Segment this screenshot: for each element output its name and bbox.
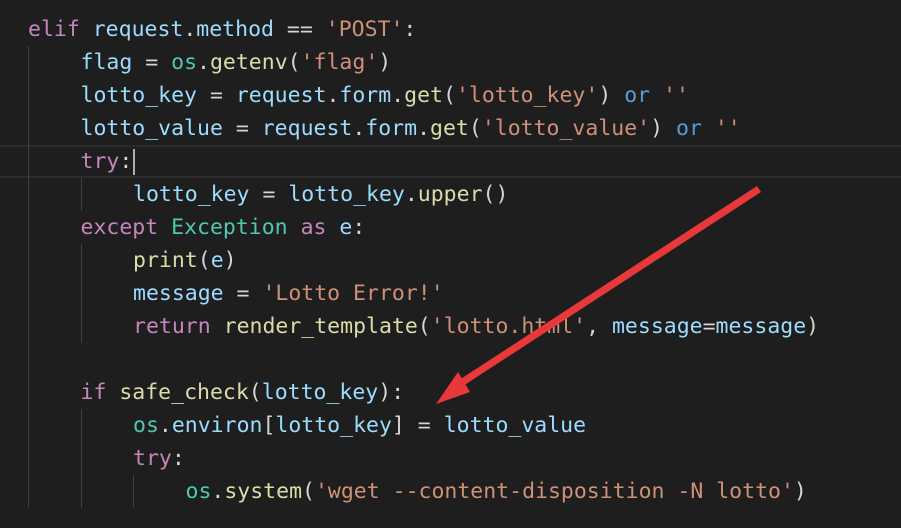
arrow-shaft bbox=[459, 186, 761, 386]
red-annotation-arrow-icon bbox=[436, 186, 761, 404]
